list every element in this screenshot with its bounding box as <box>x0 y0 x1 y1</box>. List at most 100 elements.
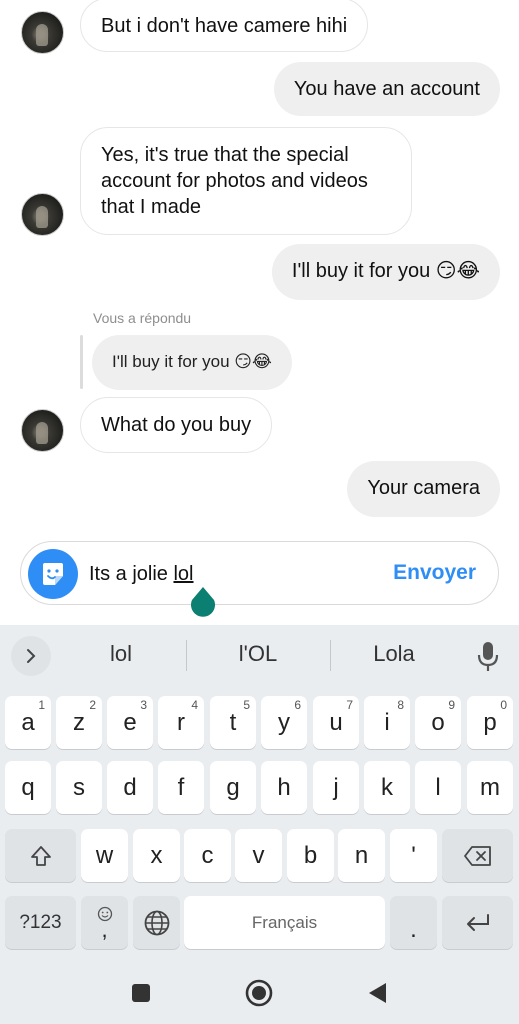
key-label: o <box>431 708 445 736</box>
suggestion-3[interactable]: Lola <box>324 641 464 667</box>
reply-quote-text: I'll buy it for you 😏😂 <box>112 352 272 371</box>
key-apostrophe[interactable]: ' <box>390 829 437 882</box>
key-hint: 0 <box>500 698 507 712</box>
key-label: z <box>73 708 85 736</box>
key-label: a <box>21 708 35 736</box>
key-label: b <box>303 841 318 869</box>
key-hint: 5 <box>243 698 250 712</box>
key-label: x <box>150 841 163 869</box>
message-text: But i don't have camere hihi <box>101 15 348 37</box>
suggestion-2[interactable]: l'OL <box>188 641 328 667</box>
key-j[interactable]: j <box>313 761 359 814</box>
language-key[interactable] <box>133 896 180 949</box>
key-e[interactable]: e3 <box>107 696 153 749</box>
message-input-text: Its a jolie <box>89 563 174 585</box>
key-label: q <box>21 773 35 801</box>
key-g[interactable]: g <box>210 761 256 814</box>
key-label: ' <box>411 841 416 869</box>
reply-quote-bubble[interactable]: I'll buy it for you 😏😂 <box>92 335 292 390</box>
space-key[interactable]: Français <box>184 896 385 949</box>
message-text: Yes, it's true that the special <box>101 144 349 166</box>
system-nav-bar <box>0 962 519 1024</box>
key-d[interactable]: d <box>107 761 153 814</box>
key-s[interactable]: s <box>56 761 102 814</box>
key-y[interactable]: y6 <box>261 696 307 749</box>
divider <box>186 640 187 671</box>
key-label: c <box>201 841 214 869</box>
key-u[interactable]: u7 <box>313 696 359 749</box>
key-hint: 6 <box>294 698 301 712</box>
back-icon[interactable] <box>366 981 388 1005</box>
key-n[interactable]: n <box>338 829 385 882</box>
key-r[interactable]: r4 <box>158 696 204 749</box>
key-w[interactable]: w <box>81 829 128 882</box>
key-o[interactable]: o9 <box>415 696 461 749</box>
chat-thread: But i don't have camere hihi You have an… <box>0 0 519 625</box>
message-input[interactable]: Its a jolie lol <box>89 562 194 586</box>
toolbar-expand-button[interactable] <box>11 636 51 676</box>
key-label: n <box>354 841 369 869</box>
key-label: . <box>410 915 417 943</box>
message-sent[interactable]: Your camera <box>347 461 500 517</box>
backspace-key[interactable] <box>442 829 513 882</box>
message-text: I'll buy it for you 😏😂 <box>291 260 480 282</box>
contact-avatar[interactable] <box>21 193 64 236</box>
reply-quote-bar <box>80 335 83 389</box>
key-hint: 7 <box>346 698 353 712</box>
text-cursor-handle[interactable] <box>189 587 217 619</box>
message-composer[interactable]: Its a jolie lol Envoyer <box>20 541 499 605</box>
symbols-key[interactable]: ?123 <box>5 896 76 949</box>
period-key[interactable]: . <box>390 896 437 949</box>
message-sent[interactable]: I'll buy it for you 😏😂 <box>271 244 500 300</box>
key-hint: 2 <box>89 698 96 712</box>
key-x[interactable]: x <box>133 829 180 882</box>
key-hint: 9 <box>448 698 455 712</box>
message-received[interactable]: Yes, it's true that the special account … <box>80 127 412 235</box>
microphone-icon[interactable] <box>474 639 502 673</box>
globe-icon <box>144 910 169 935</box>
send-button[interactable]: Envoyer <box>393 561 476 585</box>
key-v[interactable]: v <box>235 829 282 882</box>
enter-icon <box>466 913 489 931</box>
replied-label: Vous a répondu <box>93 310 192 326</box>
key-label: l <box>435 773 441 801</box>
key-q[interactable]: q <box>5 761 51 814</box>
message-received[interactable]: But i don't have camere hihi <box>80 0 369 52</box>
sticker-button[interactable] <box>28 549 78 599</box>
key-hint: 3 <box>140 698 147 712</box>
message-sent[interactable]: You have an account <box>273 62 500 116</box>
chevron-right-icon <box>27 649 36 663</box>
home-icon[interactable] <box>244 978 274 1008</box>
key-label: v <box>252 841 265 869</box>
message-text: that I made <box>101 196 202 218</box>
contact-avatar[interactable] <box>21 11 64 54</box>
backspace-icon <box>463 845 491 866</box>
key-h[interactable]: h <box>261 761 307 814</box>
key-l[interactable]: l <box>415 761 461 814</box>
key-label: j <box>333 773 339 801</box>
composing-word: lol <box>173 563 194 585</box>
key-a[interactable]: a1 <box>5 696 51 749</box>
shift-key[interactable] <box>5 829 76 882</box>
key-p[interactable]: p0 <box>467 696 513 749</box>
key-label: p <box>483 708 497 736</box>
key-label: d <box>123 773 137 801</box>
key-i[interactable]: i8 <box>364 696 410 749</box>
suggestion-1[interactable]: lol <box>51 641 191 667</box>
emoji-comma-key[interactable]: , <box>81 896 128 949</box>
key-m[interactable]: m <box>467 761 513 814</box>
key-label: u <box>329 708 343 736</box>
suggestion-strip: lol l'OL Lola <box>0 625 519 687</box>
key-z[interactable]: z2 <box>56 696 102 749</box>
key-k[interactable]: k <box>364 761 410 814</box>
key-label: m <box>480 773 500 801</box>
recents-icon[interactable] <box>130 982 152 1004</box>
key-b[interactable]: b <box>287 829 334 882</box>
key-c[interactable]: c <box>184 829 231 882</box>
key-label: Français <box>251 912 318 932</box>
key-f[interactable]: f <box>158 761 204 814</box>
enter-key[interactable] <box>442 896 513 949</box>
contact-avatar[interactable] <box>21 409 64 452</box>
message-received[interactable]: What do you buy <box>80 397 273 453</box>
key-t[interactable]: t5 <box>210 696 256 749</box>
